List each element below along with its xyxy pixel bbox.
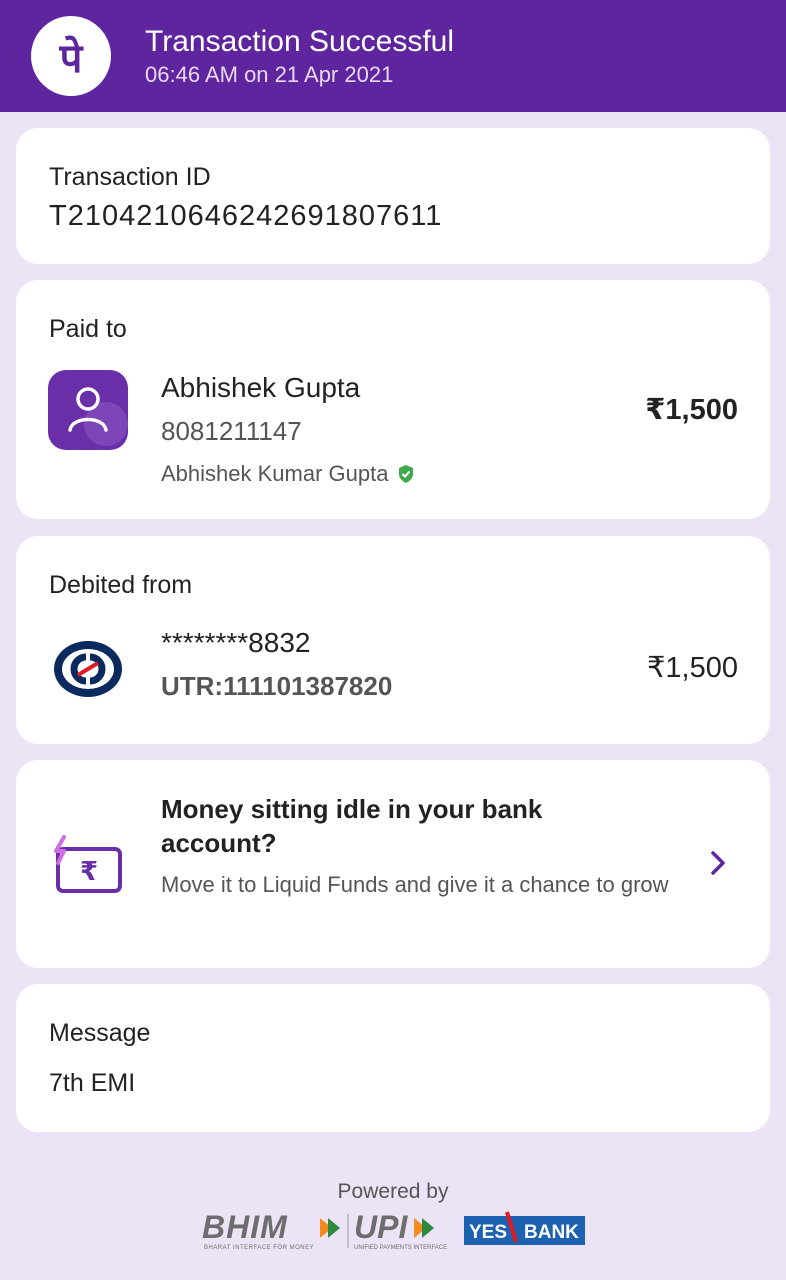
yes-bank-logo-yes: YES bbox=[469, 1222, 507, 1243]
person-icon[interactable] bbox=[48, 370, 128, 450]
bhim-logo: BHIM bbox=[202, 1209, 288, 1245]
upi-logo: UPI bbox=[354, 1209, 408, 1245]
page-title: Transaction Successful bbox=[145, 25, 455, 58]
message-label: Message bbox=[49, 1019, 151, 1047]
phonepe-logo: पे bbox=[31, 16, 111, 96]
svg-text:₹: ₹ bbox=[80, 857, 98, 887]
debited-from-label: Debited from bbox=[49, 571, 193, 599]
message-text: 7th EMI bbox=[49, 1069, 136, 1097]
transaction-datetime: 06:46 AM on 21 Apr 2021 bbox=[145, 62, 394, 87]
debited-amount: ₹1,500 bbox=[646, 652, 738, 684]
message-card: Message 7th EMI bbox=[16, 984, 770, 1132]
bhim-tagline: BHARAT INTERFACE FOR MONEY bbox=[204, 1245, 314, 1251]
transaction-id-label: Transaction ID bbox=[49, 163, 211, 191]
transaction-id-card[interactable]: Transaction ID T2104210646242691807611 bbox=[16, 128, 770, 264]
rupee-note-icon: ₹ bbox=[52, 835, 124, 900]
payee-name: Abhishek Gupta bbox=[161, 372, 361, 403]
paid-to-label: Paid to bbox=[49, 315, 127, 343]
promo-description: Move it to Liquid Funds and give it a ch… bbox=[161, 872, 669, 897]
debited-from-card: Debited from ********8832 UTR:1111013878… bbox=[16, 536, 770, 744]
footer-logos: BHIM BHARAT INTERFACE FOR MONEY UPI UNIF… bbox=[202, 1208, 588, 1257]
payee-phone: 8081211147 bbox=[161, 416, 302, 446]
header: पे Transaction Successful 06:46 AM on 21… bbox=[0, 0, 786, 112]
upi-tagline: UNIFIED PAYMENTS INTERFACE bbox=[354, 1245, 447, 1251]
payee-verified-name: Abhishek Kumar Gupta bbox=[161, 460, 415, 488]
powered-by-label: Powered by bbox=[337, 1180, 449, 1203]
liquid-funds-promo-card[interactable]: ₹ Money sitting idle in your bank accoun… bbox=[16, 760, 770, 968]
payee-verified-name-text: Abhishek Kumar Gupta bbox=[161, 461, 389, 486]
chevron-right-icon[interactable] bbox=[710, 850, 726, 881]
phonepe-logo-glyph: पे bbox=[59, 35, 83, 82]
debit-account-number: ********8832 bbox=[161, 627, 311, 658]
utr-number: UTR:111101387820 bbox=[161, 671, 393, 701]
kotak-bank-icon bbox=[52, 639, 124, 704]
paid-to-card: Paid to Abhishek Gupta 8081211147 Abhish… bbox=[16, 280, 770, 519]
bhim-upi-yesbank-logos: BHIM BHARAT INTERFACE FOR MONEY UPI UNIF… bbox=[202, 1209, 585, 1251]
yes-bank-logo-bank: BANK bbox=[524, 1222, 579, 1243]
transaction-id-value: T2104210646242691807611 bbox=[49, 200, 443, 232]
paid-amount: ₹1,500 bbox=[645, 394, 738, 426]
promo-title: Money sitting idle in your bank account? bbox=[161, 794, 543, 858]
verified-shield-icon bbox=[397, 464, 415, 484]
